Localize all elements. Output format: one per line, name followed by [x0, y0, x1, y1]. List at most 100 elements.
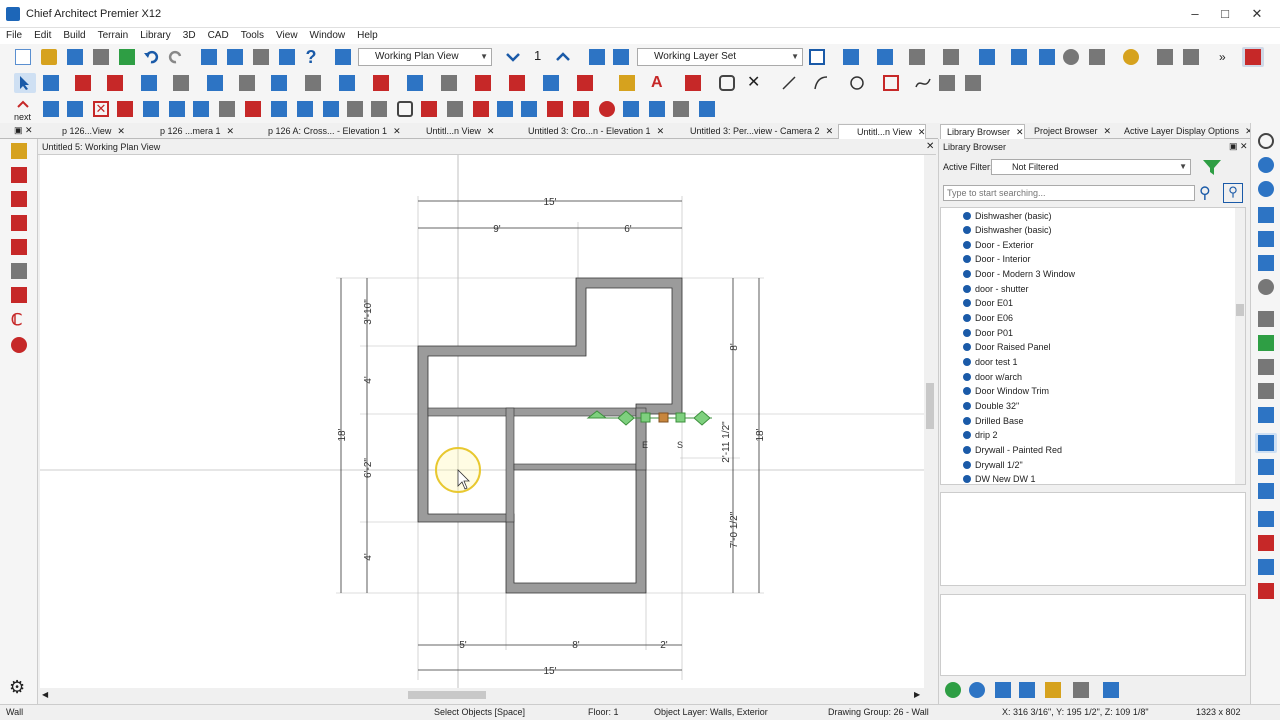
home-view-icon[interactable] [940, 47, 962, 67]
list-item[interactable]: door - shutter [963, 282, 1029, 296]
menu-library[interactable]: Library [134, 28, 177, 44]
snap-icon[interactable] [1255, 433, 1277, 453]
tab-2[interactable]: p 126 ...mera 1 ✕ [142, 124, 234, 139]
fixture-icon[interactable] [336, 73, 358, 93]
polyline-icon[interactable] [716, 73, 738, 93]
arc-tool-icon[interactable] [810, 73, 832, 93]
diagonal-dimension-icon[interactable] [8, 237, 30, 257]
3d-view-icon[interactable] [1008, 47, 1030, 67]
menu-help[interactable]: Help [351, 28, 384, 44]
menu-build[interactable]: Build [57, 28, 91, 44]
fill-window-icon[interactable] [1255, 205, 1277, 225]
plan-view-dropdown[interactable]: Working Plan View ▼ [358, 48, 492, 66]
list-item[interactable]: Drilled Base [963, 414, 1024, 428]
save-button[interactable] [64, 47, 86, 67]
menu-edit[interactable]: Edit [28, 28, 57, 44]
zoom-out-icon[interactable] [1255, 179, 1277, 199]
reshape-icon[interactable] [242, 99, 264, 119]
list-item[interactable]: Drywall 1/2" [963, 458, 1023, 472]
pin-icon[interactable]: ▣ ✕ [14, 125, 33, 136]
elevation-icon[interactable] [906, 47, 928, 67]
tab-project-browser[interactable]: Project Browser ✕ [1028, 124, 1111, 139]
stairs-icon[interactable] [236, 73, 258, 93]
cabinet-tool-icon[interactable] [104, 73, 126, 93]
help-icon[interactable]: ? [300, 47, 322, 67]
reference-display-icon[interactable] [1255, 581, 1277, 601]
electrical-icon[interactable] [574, 73, 596, 93]
text-tool-icon[interactable]: A [648, 73, 670, 93]
layer-set-icon[interactable] [586, 47, 608, 67]
library-tree[interactable]: Dishwasher (basic) Dishwasher (basic) Do… [940, 207, 1246, 485]
ruler-icon[interactable] [646, 99, 668, 119]
light-icon[interactable] [1120, 47, 1142, 67]
edit-pencil-icon[interactable] [1180, 47, 1202, 67]
line-style-icon[interactable] [1255, 357, 1277, 377]
list-item[interactable]: Dishwasher (basic) [963, 209, 1052, 223]
plan-canvas[interactable]: 15' 9' 6' 5' 8' 2' 15' 18' 3'-10" 4' 6'-… [40, 155, 924, 688]
library-bar-icon[interactable] [696, 99, 718, 119]
list-item[interactable]: Door Window Trim [963, 384, 1049, 398]
close-tab-icon[interactable]: ✕ [1016, 125, 1024, 139]
height-icon[interactable] [418, 99, 440, 119]
library-search-input[interactable] [943, 185, 1195, 201]
centerline-icon[interactable]: ℂ [8, 311, 30, 331]
camera-icon[interactable] [874, 47, 896, 67]
layer-checkbox-icon[interactable] [806, 47, 828, 67]
new-plan-button[interactable] [12, 47, 34, 67]
circle-target-icon[interactable] [596, 99, 618, 119]
layers-icon[interactable] [1255, 309, 1277, 329]
menu-file[interactable]: File [0, 28, 28, 44]
fill-icon[interactable] [344, 99, 366, 119]
edit-line-icon[interactable] [40, 99, 62, 119]
reference-icon[interactable] [166, 99, 188, 119]
active-filter-dropdown[interactable]: Not Filtered ▼ [991, 159, 1191, 175]
list-item[interactable]: Door - Modern 3 Window [963, 267, 1075, 281]
expand-icon[interactable] [1255, 253, 1277, 273]
vertical-scrollbar[interactable] [924, 155, 936, 688]
magnify-icon[interactable] [1255, 405, 1277, 425]
page-icon[interactable] [1255, 381, 1277, 401]
list-item[interactable]: Door E01 [963, 296, 1013, 310]
auto-dimension-icon[interactable] [8, 261, 30, 281]
align-bottom-icon[interactable] [216, 99, 238, 119]
advanced-search-icon[interactable]: ⚲ [1223, 183, 1243, 203]
list-item[interactable]: Door Raised Panel [963, 340, 1051, 354]
checklist-icon[interactable] [276, 47, 298, 67]
menu-cad[interactable]: CAD [202, 28, 235, 44]
railing-icon[interactable] [438, 73, 460, 93]
list-item[interactable]: door w/arch [963, 370, 1022, 384]
grid-icon[interactable] [250, 47, 272, 67]
horizontal-scrollbar[interactable]: ◀ ▶ [40, 688, 924, 702]
menu-terrain[interactable]: Terrain [92, 28, 135, 44]
tab-active-layer-display[interactable]: Active Layer Display Options ✕ [1118, 124, 1253, 139]
box-tool-icon[interactable] [880, 73, 902, 93]
next-button[interactable]: next [12, 99, 34, 122]
grid-lines-icon[interactable] [670, 99, 692, 119]
delete-icon[interactable]: ✕ [90, 99, 112, 119]
library-catalog-icon[interactable] [1070, 680, 1092, 700]
toggle-panel-icon[interactable] [1242, 47, 1264, 67]
shape-icon[interactable] [394, 99, 416, 119]
list-item[interactable]: Door P01 [963, 326, 1013, 340]
center-icon[interactable] [620, 99, 642, 119]
list-item[interactable]: drip 2 [963, 428, 998, 442]
join-icon[interactable] [444, 99, 466, 119]
close-tab-icon[interactable]: ✕ [918, 125, 926, 139]
tab-3[interactable]: p 126 A: Cross... - Elevation 1 ✕ [250, 124, 401, 139]
print-button[interactable] [90, 47, 112, 67]
tab-library-browser[interactable]: Library Browser ✕ [940, 124, 1025, 139]
end-to-end-dimension-icon[interactable] [8, 165, 30, 185]
framing-icon[interactable] [302, 73, 324, 93]
image-icon[interactable] [936, 73, 958, 93]
transform-icon[interactable] [190, 99, 212, 119]
print-preview-button[interactable] [116, 47, 138, 67]
point-icon[interactable] [494, 99, 516, 119]
floor-plan-drawing[interactable]: 15' 9' 6' 5' 8' 2' 15' 18' 3'-10" 4' 6'-… [40, 155, 924, 688]
copy-icon[interactable] [114, 99, 136, 119]
dish-icon[interactable] [540, 73, 562, 93]
more-tools-icon[interactable]: » [1216, 47, 1238, 67]
export-icon[interactable] [1154, 47, 1176, 67]
pan-hand-icon[interactable] [1255, 277, 1277, 297]
close-tab-icon[interactable]: ✕ [487, 124, 495, 138]
angle-snap-icon[interactable] [1255, 457, 1277, 477]
